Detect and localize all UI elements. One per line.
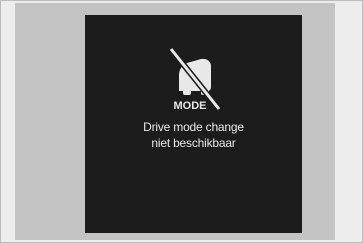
message-line-2: niet beschikbaar <box>151 136 236 150</box>
image-frame: MODE Drive mode change niet beschikbaar <box>0 0 363 243</box>
display-screen: MODE Drive mode change niet beschikbaar <box>85 15 302 233</box>
mode-icon-label: MODE <box>174 100 207 112</box>
status-message: Drive mode change niet beschikbaar <box>85 119 302 151</box>
drive-mode-disabled-icon: MODE <box>168 47 222 112</box>
message-line-1: Drive mode change <box>143 120 244 134</box>
